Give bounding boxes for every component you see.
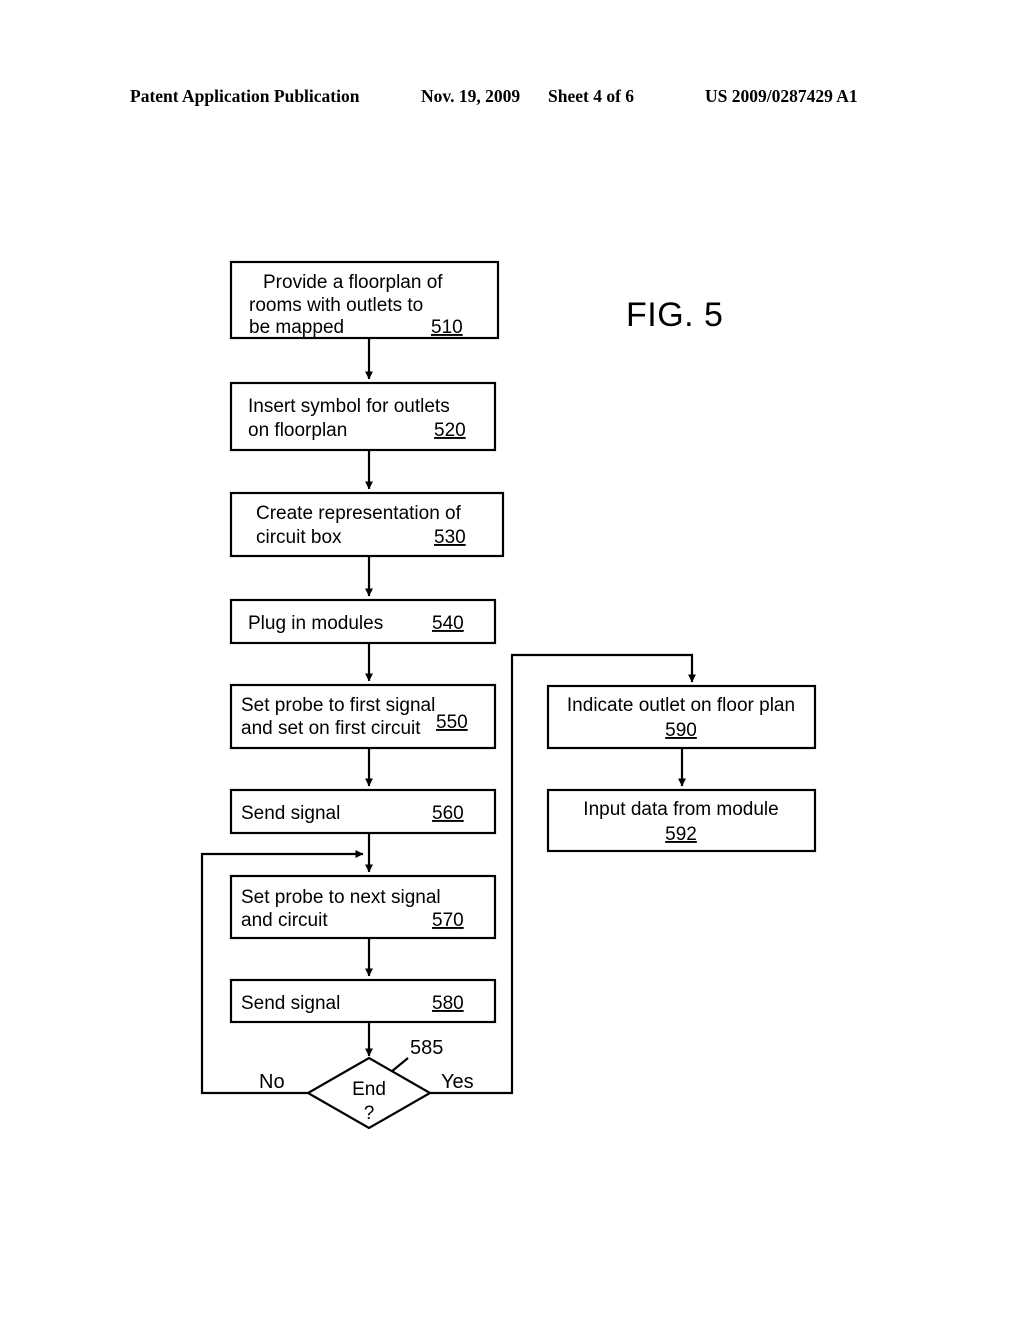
- node-560-line1: Send signal: [241, 803, 340, 824]
- node-510-line1: Provide a floorplan of: [263, 272, 443, 293]
- node-580-line1: Send signal: [241, 993, 340, 1014]
- flow-node-510[interactable]: Provide a floorplan of rooms with outlet…: [229, 260, 500, 340]
- flow-node-560[interactable]: Send signal 560: [229, 788, 497, 835]
- node-585-line2: ?: [364, 1103, 375, 1124]
- node-520-line2: on floorplan: [248, 420, 347, 441]
- node-530-ref: 530: [434, 527, 466, 548]
- node-550-ref: 550: [436, 712, 468, 733]
- node-510-ref: 510: [431, 317, 463, 338]
- node-540-ref: 540: [432, 613, 464, 634]
- flow-node-590[interactable]: Indicate outlet on floor plan 590: [546, 684, 817, 750]
- node-570-line2: and circuit: [241, 910, 328, 931]
- node-510-line2: rooms with outlets to: [249, 295, 423, 316]
- flow-node-592[interactable]: Input data from module 592: [546, 788, 817, 853]
- node-585-ref: 585: [410, 1037, 443, 1059]
- node-550-line2: and set on first circuit: [241, 718, 421, 739]
- flow-node-580[interactable]: Send signal 580: [229, 978, 497, 1024]
- branch-label-yes: Yes: [441, 1071, 474, 1093]
- flow-node-530[interactable]: Create representation of circuit box 530: [229, 491, 505, 558]
- node-590-ref: 590: [665, 720, 697, 741]
- flow-node-570[interactable]: Set probe to next signal and circuit 570: [229, 874, 497, 940]
- node-590-line1: Indicate outlet on floor plan: [567, 695, 795, 716]
- flowchart-diagram: Provide a floorplan of rooms with outlet…: [200, 260, 817, 1130]
- node-550-line1: Set probe to first signal: [241, 695, 435, 716]
- flow-node-520[interactable]: Insert symbol for outlets on floorplan 5…: [229, 381, 497, 452]
- node-592-ref: 592: [665, 824, 697, 845]
- node-592-line1: Input data from module: [583, 799, 778, 820]
- node-520-line1: Insert symbol for outlets: [248, 396, 450, 417]
- branch-label-no: No: [259, 1071, 285, 1093]
- node-530-line1: Create representation of: [256, 503, 462, 524]
- flow-node-585-decision[interactable]: End ?: [305, 1056, 433, 1130]
- node-585-line1: End: [352, 1079, 386, 1100]
- node-560-ref: 560: [432, 803, 464, 824]
- node-520-ref: 520: [434, 420, 466, 441]
- node-570-line1: Set probe to next signal: [241, 887, 441, 908]
- node-570-ref: 570: [432, 910, 464, 931]
- node-530-line2: circuit box: [256, 527, 342, 548]
- node-580-ref: 580: [432, 993, 464, 1014]
- flow-node-550[interactable]: Set probe to first signal and set on fir…: [229, 683, 497, 750]
- node-540-line1: Plug in modules: [248, 613, 383, 634]
- flow-node-540[interactable]: Plug in modules 540: [229, 598, 497, 645]
- node-510-line3: be mapped: [249, 317, 344, 338]
